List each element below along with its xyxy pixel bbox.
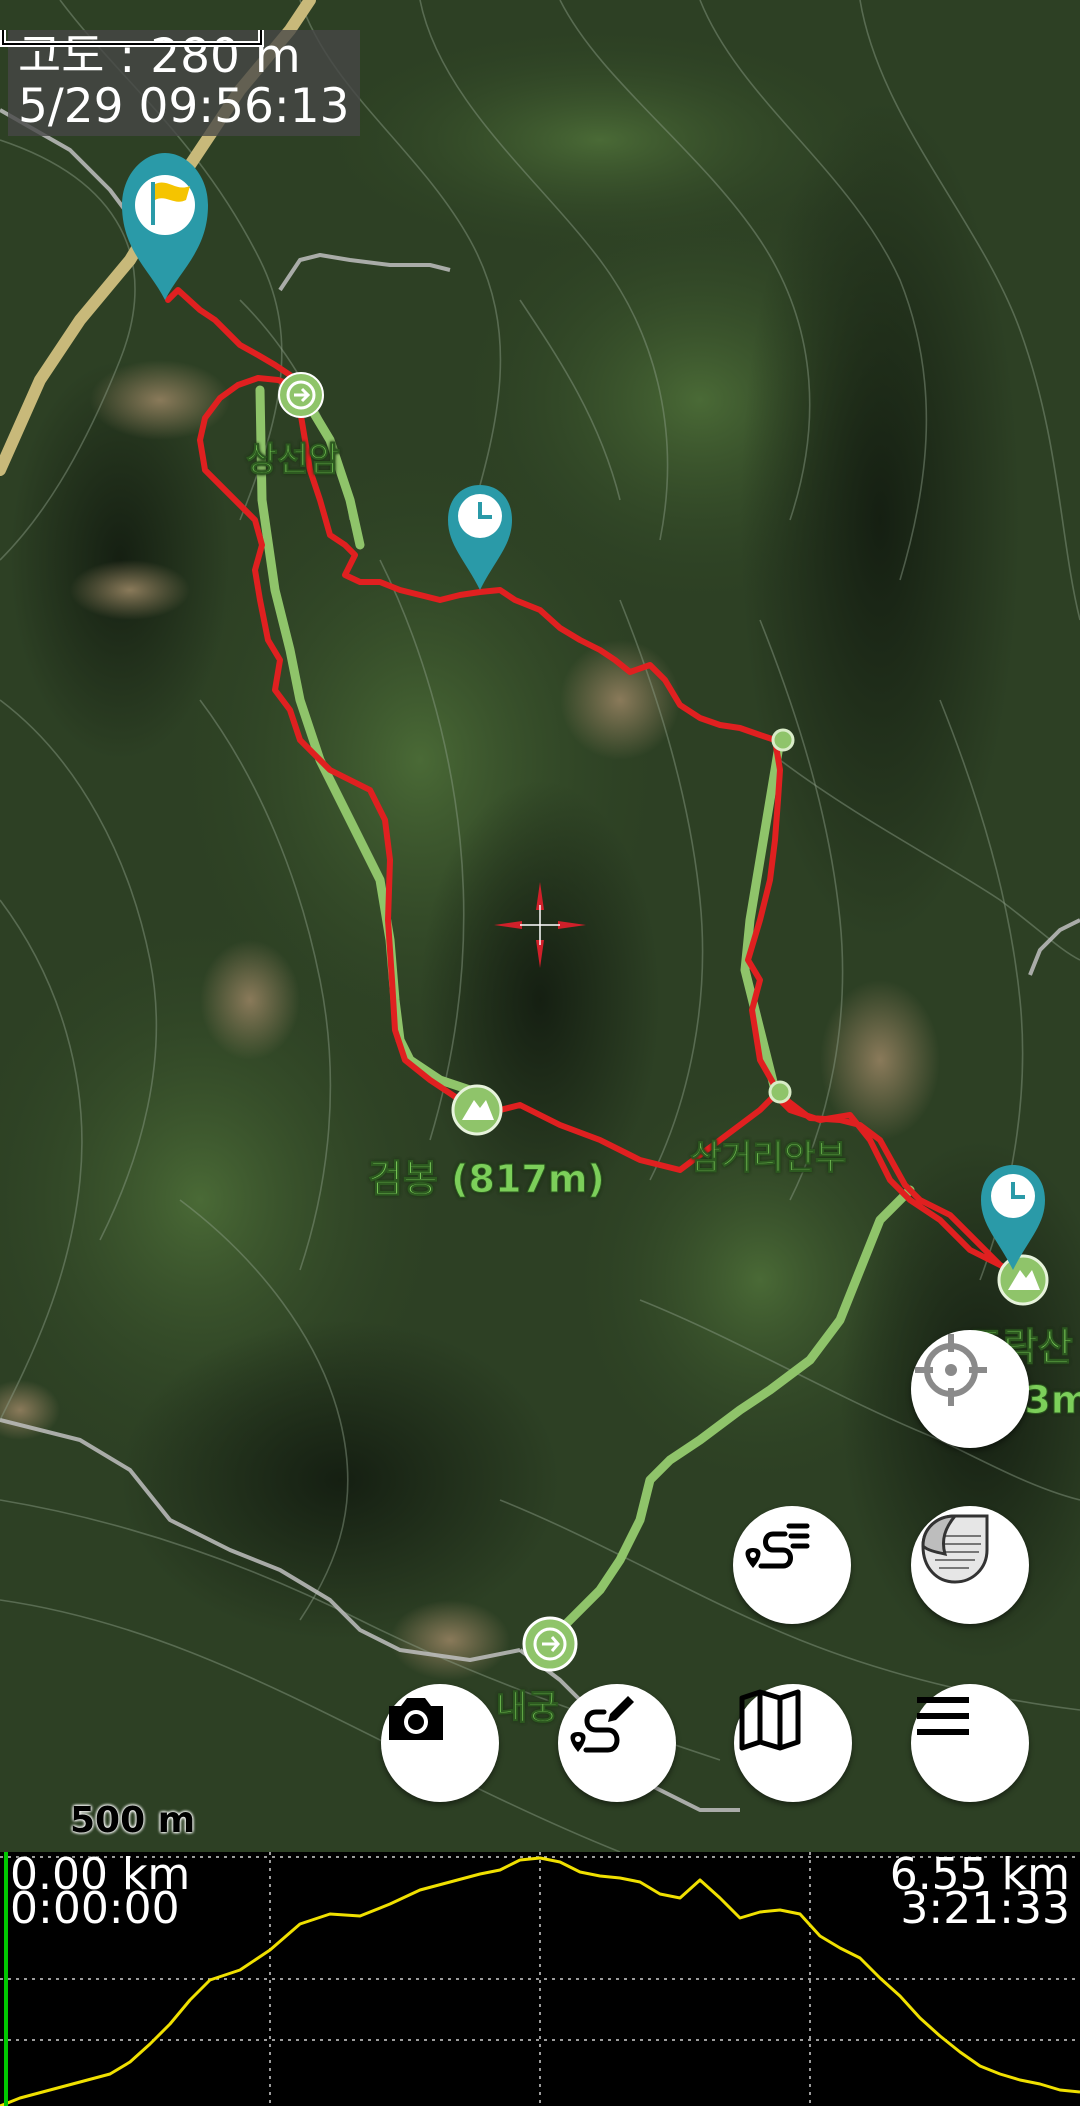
place-label-samgeori: 삼거리안부 xyxy=(689,1138,847,1179)
hamburger-menu-icon xyxy=(917,1697,969,1735)
menu-button[interactable] xyxy=(911,1684,1029,1802)
locate-crosshair-icon xyxy=(915,1334,987,1406)
map-layer-button[interactable] xyxy=(911,1506,1029,1624)
trail-junction-sangseonam xyxy=(278,372,324,418)
route-list-button[interactable] xyxy=(733,1506,851,1624)
scale-bar xyxy=(0,30,264,47)
end-time: 3:21:33 xyxy=(900,1883,1070,1934)
locate-button[interactable] xyxy=(911,1330,1029,1448)
peak-label-geombong: 검봉 (817m) xyxy=(368,1157,606,1202)
route-edit-button[interactable] xyxy=(558,1684,676,1802)
map-view[interactable]: 상선암 검봉 (817m) 삼거리안부 도락산 .3m 내궁 고도 : 280 … xyxy=(0,0,1080,1852)
start-time: 0:00:00 xyxy=(10,1883,180,1934)
route-list-icon xyxy=(745,1523,810,1569)
route-edit-icon xyxy=(570,1696,634,1753)
elevation-profile[interactable]: 0.00 km 0:00:00 6.55 km 3:21:33 xyxy=(0,1852,1080,2106)
map-select-button[interactable] xyxy=(734,1684,852,1802)
place-label-naegung: 내궁 xyxy=(496,1688,560,1729)
scale-label: 500 m xyxy=(70,1800,196,1841)
camera-button[interactable] xyxy=(381,1684,499,1802)
peak-icon xyxy=(997,1254,1049,1306)
trail-junction-dot xyxy=(771,728,795,752)
peak-icon xyxy=(451,1084,503,1136)
map-fold-icon xyxy=(739,1689,801,1751)
timestamp-readout: 5/29 09:56:13 xyxy=(18,79,350,134)
trail-junction-dot xyxy=(768,1080,792,1104)
camera-icon xyxy=(389,1698,443,1740)
trail-junction-naegung xyxy=(522,1616,578,1672)
layer-peel-icon xyxy=(921,1514,989,1584)
place-label-sangseonam: 상선암 xyxy=(246,440,341,481)
